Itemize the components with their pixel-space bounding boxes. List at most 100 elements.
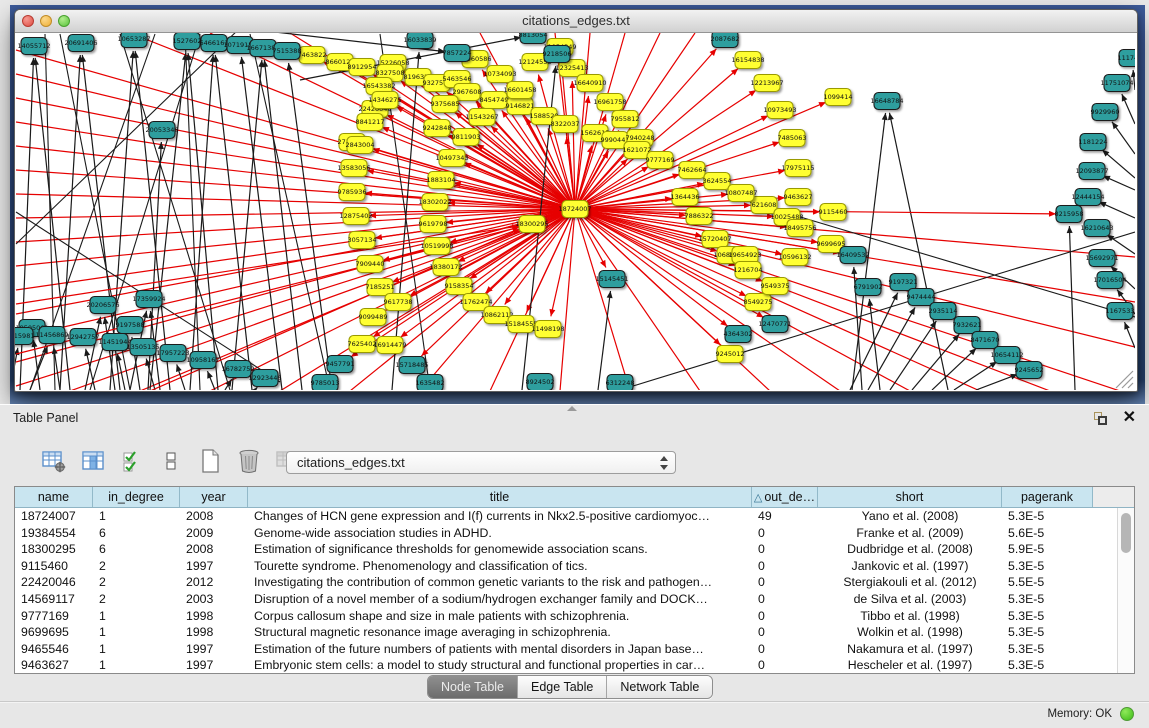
graph-node[interactable]: 9785936 xyxy=(338,184,367,201)
graph-node[interactable]: 12875402 xyxy=(339,208,372,225)
graph-node[interactable]: 18300295 xyxy=(515,216,548,233)
graph-node[interactable]: 2087682 xyxy=(711,33,740,48)
graph-node[interactable]: 9785013 xyxy=(311,375,340,391)
graph-node[interactable]: 2935114 xyxy=(929,303,958,320)
graph-node[interactable]: 15718485 xyxy=(395,357,428,374)
graph-node[interactable]: 16914479 xyxy=(373,337,406,354)
select-columns-button[interactable] xyxy=(79,447,107,475)
graph-node[interactable]: 9218506 xyxy=(543,46,572,63)
graph-node[interactable]: 3624554 xyxy=(703,173,732,190)
graph-node[interactable]: 9474444 xyxy=(907,289,936,306)
column-header-short[interactable]: short xyxy=(818,487,1002,507)
column-header-in_degree[interactable]: in_degree xyxy=(93,487,180,507)
graph-node[interactable]: 11543267 xyxy=(465,109,498,126)
new-file-button[interactable] xyxy=(196,447,224,475)
column-header-out_de[interactable]: △out_de… xyxy=(752,487,818,507)
tab-network-table[interactable]: Network Table xyxy=(607,676,712,698)
graph-node[interactable]: 20206576 xyxy=(86,297,119,314)
table-scrollbar[interactable] xyxy=(1117,508,1134,673)
table-row[interactable]: 911546021997Tourette syndrome. Phenomeno… xyxy=(15,558,1118,575)
graph-node[interactable]: 17957223 xyxy=(156,345,189,362)
graph-node[interactable]: 17016504 xyxy=(1093,272,1126,289)
graph-node[interactable]: 12942757 xyxy=(66,329,99,346)
graph-node[interactable]: 15145451 xyxy=(595,271,628,288)
graph-node[interactable]: 10734093 xyxy=(483,66,516,83)
graph-node[interactable]: 3915981 xyxy=(15,328,34,345)
graph-node[interactable]: 3057134 xyxy=(348,232,377,249)
graph-node[interactable]: 9929960 xyxy=(1091,104,1120,121)
table-row[interactable]: 1872400712008Changes of HCN gene express… xyxy=(15,508,1118,525)
graph-node[interactable]: 8813054 xyxy=(519,33,548,44)
graph-node[interactable]: 1527602 xyxy=(173,33,202,50)
graph-node[interactable]: 12213967 xyxy=(750,75,783,92)
graph-node[interactable]: 7485063 xyxy=(778,130,807,147)
graph-node[interactable]: 10519998 xyxy=(420,238,453,255)
graph-node[interactable]: 10653287 xyxy=(117,33,150,48)
graph-node[interactable]: 16961758 xyxy=(593,94,626,111)
graph-node[interactable]: 18380172 xyxy=(429,259,462,276)
graph-node[interactable]: 14346275 xyxy=(368,92,401,109)
column-header-pagerank[interactable]: pagerank xyxy=(1002,487,1093,507)
graph-node[interactable]: 10958167 xyxy=(186,352,219,369)
graph-node[interactable]: 1216704 xyxy=(734,262,763,279)
graph-node[interactable]: 16640910 xyxy=(573,75,606,92)
graph-node[interactable]: 18495756 xyxy=(783,220,816,237)
column-header-name[interactable]: name xyxy=(15,487,93,507)
select-rows-button[interactable] xyxy=(118,447,146,475)
graph-node[interactable]: 8924502 xyxy=(526,374,555,391)
graph-node[interactable]: 12093877 xyxy=(1075,163,1108,180)
graph-node[interactable]: 9099489 xyxy=(359,309,388,326)
graph-node[interactable]: 9457791 xyxy=(326,356,355,373)
graph-node[interactable]: 7515388 xyxy=(273,43,302,60)
splitter-handle-icon[interactable] xyxy=(567,406,577,411)
graph-node[interactable]: 1635482 xyxy=(416,375,445,391)
graph-node[interactable]: 8215958 xyxy=(1055,206,1084,223)
graph-node[interactable]: 14055712 xyxy=(17,38,50,55)
graph-node[interactable]: 1181224 xyxy=(1079,134,1108,151)
graph-node[interactable]: 18724007 xyxy=(558,201,591,218)
row-height-button[interactable] xyxy=(157,447,185,475)
table-row[interactable]: 1938455462009Genome-wide association stu… xyxy=(15,525,1118,542)
graph-node[interactable]: 15692971 xyxy=(1085,250,1118,267)
graph-node[interactable]: 12923446 xyxy=(248,370,281,387)
graph-node[interactable]: 10807487 xyxy=(724,185,757,202)
table-settings-button[interactable] xyxy=(40,447,68,475)
graph-node[interactable]: 7909440 xyxy=(356,256,385,273)
graph-node[interactable]: 9158354 xyxy=(445,278,474,295)
graph-node[interactable]: 9245012 xyxy=(716,346,745,363)
graph-node[interactable]: 1099414 xyxy=(824,89,853,106)
graph-node[interactable]: 18302022 xyxy=(418,194,451,211)
graph-node[interactable]: 1883104 xyxy=(427,172,456,189)
graph-node[interactable]: 10654112 xyxy=(990,347,1023,364)
graph-node[interactable]: 16601458 xyxy=(503,82,536,99)
minimize-button[interactable] xyxy=(40,15,52,27)
graph-node[interactable]: 9242848 xyxy=(423,120,452,137)
graph-node[interactable]: 17359924 xyxy=(132,291,165,308)
tab-node-table[interactable]: Node Table xyxy=(428,676,518,698)
graph-node[interactable]: 7955812 xyxy=(611,111,640,128)
graph-node[interactable]: 10497343 xyxy=(435,150,468,167)
graph-node[interactable]: 9619798 xyxy=(419,216,448,233)
table-row[interactable]: 1456911722003Disruption of a novel membe… xyxy=(15,591,1118,608)
graph-node[interactable]: 8549275 xyxy=(744,294,773,311)
graph-node[interactable]: 16648784 xyxy=(870,93,903,110)
table-scrollbar-thumb[interactable] xyxy=(1121,513,1131,553)
graph-node[interactable]: 13583056 xyxy=(337,160,370,177)
network-window-titlebar[interactable]: citations_edges.txt xyxy=(15,10,1137,33)
graph-node[interactable]: 1167533 xyxy=(1106,303,1135,320)
graph-node[interactable]: 8841217 xyxy=(356,114,385,131)
graph-node[interactable]: 11456869 xyxy=(35,327,68,344)
table-row[interactable]: 969969511998Structural magnetic resonanc… xyxy=(15,624,1118,641)
graph-node[interactable]: 8471670 xyxy=(971,332,1000,349)
table-row[interactable]: 946362711997Embryonic stem cells: a mode… xyxy=(15,657,1118,673)
graph-node[interactable]: 10973493 xyxy=(763,102,796,119)
graph-node[interactable]: 8322037 xyxy=(551,116,580,133)
graph-node[interactable]: 6791902 xyxy=(854,279,883,296)
graph-node[interactable]: 9245652 xyxy=(1015,362,1044,379)
graph-node[interactable]: 10596132 xyxy=(778,249,811,266)
graph-node[interactable]: 15720407 xyxy=(698,231,731,248)
graph-node[interactable]: 11498198 xyxy=(531,321,564,338)
graph-node[interactable]: 17975115 xyxy=(781,160,814,177)
network-window[interactable]: citations_edges.txt 18724007183002957463… xyxy=(14,9,1138,392)
graph-node[interactable]: 8912954 xyxy=(348,59,377,76)
